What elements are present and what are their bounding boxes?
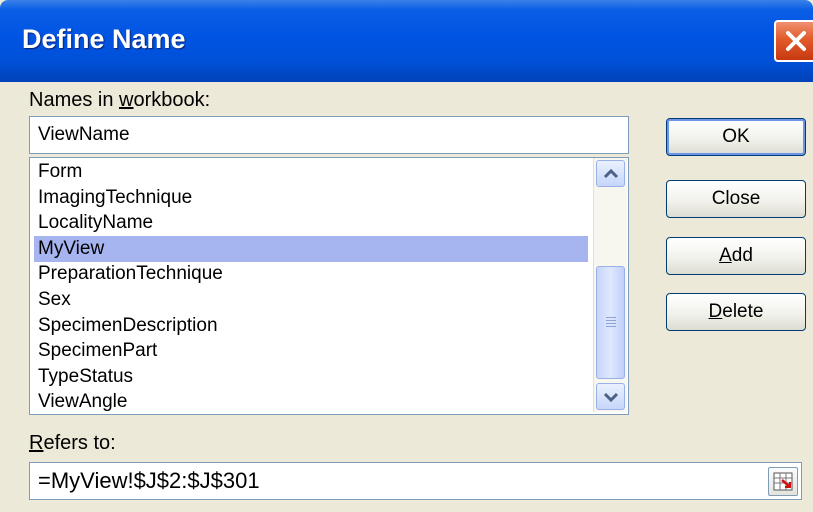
delete-button[interactable]: Delete (666, 293, 806, 331)
scroll-up-button[interactable] (596, 160, 625, 187)
list-item[interactable]: LocalityName (34, 210, 588, 236)
range-picker-button[interactable] (768, 467, 798, 496)
chevron-down-icon (603, 392, 619, 403)
scroll-thumb[interactable] (596, 266, 625, 379)
chevron-up-icon (603, 168, 619, 179)
list-item[interactable]: SpecimenDescription (34, 313, 588, 339)
close-button[interactable]: Close (666, 180, 806, 218)
list-item[interactable]: Sex (34, 287, 588, 313)
scroll-down-button[interactable] (596, 383, 625, 410)
refers-to-label: Refers to: (29, 432, 116, 454)
dialog-title: Define Name (22, 24, 186, 54)
list-item[interactable]: Form (34, 159, 588, 185)
ok-button[interactable]: OK (666, 118, 806, 156)
add-button[interactable]: Add (666, 237, 806, 275)
close-x-icon (786, 31, 806, 51)
refers-to-input[interactable]: =MyView!$J$2:$J$301 (29, 462, 802, 500)
names-listbox[interactable]: Form ImagingTechnique LocalityName MyView Pr… (29, 157, 629, 415)
list-item[interactable]: PreparationTechnique (34, 261, 588, 287)
list-item[interactable]: ImagingTechnique (34, 185, 588, 211)
names-list-scrollbar[interactable] (593, 158, 627, 412)
list-item[interactable]: SpecimenPart (34, 338, 588, 364)
close-window-button[interactable] (774, 20, 813, 62)
list-item[interactable]: TypeStatus (34, 364, 588, 390)
names-in-workbook-label: Names in workbook: (29, 89, 211, 111)
list-item[interactable]: ViewAngle (34, 389, 588, 414)
list-item[interactable]: MyView (34, 235, 588, 262)
collapse-dialog-icon (773, 472, 793, 491)
name-input[interactable]: ViewName (29, 116, 629, 154)
title-bar: Define Name (0, 0, 813, 82)
